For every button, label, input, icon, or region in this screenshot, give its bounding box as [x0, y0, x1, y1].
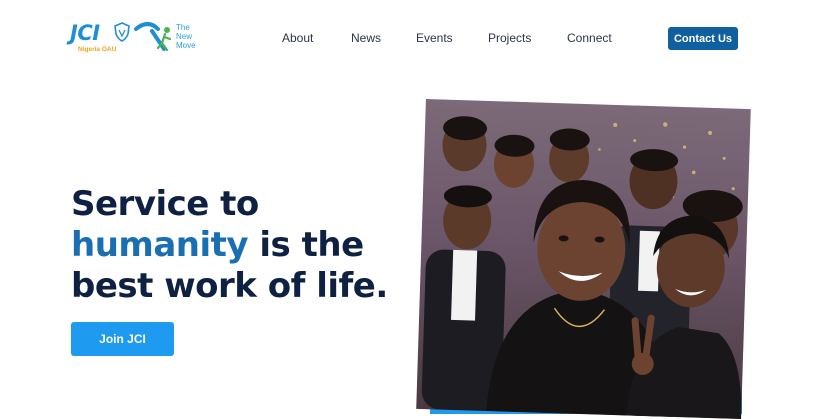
logo-tagline-line: New — [176, 32, 193, 41]
hero-headline: Service to humanity is the best work of … — [71, 184, 421, 307]
shield-icon — [114, 22, 130, 42]
headline-accent: humanity — [71, 225, 249, 265]
headline-line-1: Service to — [71, 184, 259, 224]
logo-tagline-line: Move — [176, 41, 196, 50]
nav-link-news[interactable]: News — [351, 31, 381, 45]
headline-line-2-rest: is the — [248, 225, 364, 265]
logo-tagline-line: The — [176, 23, 190, 32]
logo-chapter-text: Nigeria OAU — [78, 46, 117, 53]
nav-link-connect[interactable]: Connect — [567, 31, 612, 45]
join-jci-button[interactable]: Join JCI — [71, 322, 174, 356]
headline-line-3: best work of life. — [71, 266, 388, 306]
nav-link-about[interactable]: About — [282, 31, 313, 45]
nav-link-projects[interactable]: Projects — [488, 31, 531, 45]
group-photo-illustration — [421, 116, 743, 419]
contact-us-button[interactable]: Contact Us — [668, 27, 738, 50]
group-selfie-image — [416, 98, 751, 419]
logo-tagline: The New Move — [176, 23, 216, 50]
logo-brand-text: JCI — [70, 21, 100, 45]
site-logo[interactable]: JCI Nigeria OAU The New Move — [70, 21, 210, 55]
nav-link-events[interactable]: Events — [416, 31, 453, 45]
new-move-emblem-icon — [134, 22, 172, 52]
